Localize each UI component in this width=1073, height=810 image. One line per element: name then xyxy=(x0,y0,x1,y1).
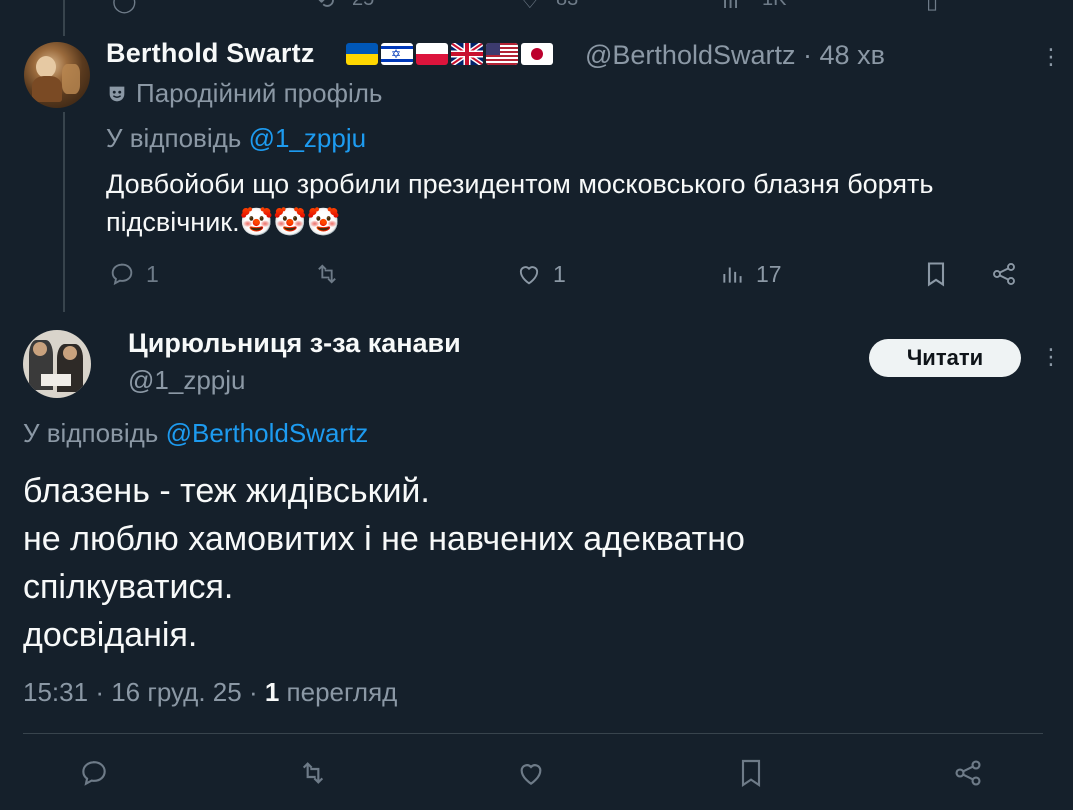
avatar[interactable] xyxy=(24,42,90,108)
bookmark-icon[interactable]: ▯ xyxy=(926,0,938,14)
views-button[interactable]: 17 xyxy=(720,260,782,288)
author-handle-and-time: @BertholdSwartz · 48 хв xyxy=(585,40,885,71)
separator: · xyxy=(248,677,258,707)
author-name[interactable]: Berthold Swartz xyxy=(106,38,315,69)
timestamp[interactable]: 48 хв xyxy=(820,40,885,70)
heart-icon xyxy=(519,266,539,285)
retweet-button[interactable] xyxy=(313,260,341,288)
reply-prefix: У відповідь xyxy=(106,123,242,153)
parody-label: Пародійний профіль xyxy=(106,78,382,109)
views-count: 17 xyxy=(756,260,782,287)
replying-to: У відповідь @BertholdSwartz xyxy=(23,418,368,449)
thread-line-top xyxy=(63,0,65,36)
bookmark-icon xyxy=(927,262,945,287)
divider xyxy=(23,733,1043,734)
views-count: 1 xyxy=(264,677,280,707)
like-icon[interactable]: ♡ xyxy=(520,0,540,14)
japan-flag-icon xyxy=(521,43,553,65)
tweet-time[interactable]: 15:31 xyxy=(23,677,88,707)
reply-button[interactable] xyxy=(78,757,110,789)
parody-text: Пародійний профіль xyxy=(136,78,383,108)
flag-emojis: ✡ xyxy=(346,43,553,65)
author-name[interactable]: Цирюльниця з-за канави xyxy=(128,328,461,359)
separator: · xyxy=(803,40,813,70)
views-icon[interactable]: ılı xyxy=(722,0,739,14)
usa-flag-icon xyxy=(486,43,518,65)
like-count: 1 xyxy=(553,260,566,287)
previous-tweet-actions: ◯ ⟲ 25 ♡ 83 ılı 1K ▯ xyxy=(0,0,1073,14)
reply-prefix: У відповідь xyxy=(23,418,159,448)
separator: · xyxy=(95,677,104,707)
tweet-line: спілкуватися. xyxy=(23,568,234,606)
avatar[interactable] xyxy=(23,330,91,398)
tweet-line: досвіданія. xyxy=(23,616,198,654)
reply-icon[interactable]: ◯ xyxy=(112,0,137,14)
retweet-icon xyxy=(318,264,336,284)
share-button[interactable] xyxy=(952,757,984,789)
reply-button[interactable]: 1 xyxy=(108,260,159,288)
retweet-icon[interactable]: ⟲ xyxy=(316,0,334,14)
tweet-line: блазень - теж жидівський. xyxy=(23,472,430,510)
share-icon xyxy=(955,760,981,786)
tweet-metadata: 15:31 · 16 груд. 25 · 1 перегляд xyxy=(23,677,397,708)
thread-line-bottom xyxy=(63,112,65,312)
author-handle[interactable]: @BertholdSwartz xyxy=(585,40,796,70)
views-icon xyxy=(723,267,742,283)
reply-icon xyxy=(111,263,133,286)
heart-icon xyxy=(520,764,542,785)
like-button[interactable]: 1 xyxy=(515,260,566,288)
follow-button[interactable]: Читати xyxy=(869,339,1021,377)
israel-flag-icon: ✡ xyxy=(381,43,413,65)
ukraine-flag-icon xyxy=(346,43,378,65)
tweet-text: блазень - теж жидівський. не люблю хамов… xyxy=(23,467,1043,659)
reply-to-handle[interactable]: @BertholdSwartz xyxy=(166,418,369,448)
like-count: 83 xyxy=(556,0,578,11)
retweet-button[interactable] xyxy=(297,757,329,789)
author-handle[interactable]: @1_zppju xyxy=(128,365,245,396)
replying-to: У відповідь @1_zppju xyxy=(106,123,366,154)
more-options-icon[interactable]: ⋮ xyxy=(1040,346,1062,368)
views-count: 1K xyxy=(762,0,786,11)
share-icon xyxy=(993,263,1015,285)
bookmark-icon xyxy=(741,759,761,787)
uk-flag-icon xyxy=(451,43,483,65)
share-button[interactable] xyxy=(990,260,1018,288)
tweet-line: не люблю хамовитих і не навчених адекват… xyxy=(23,520,745,558)
views-label: перегляд xyxy=(286,677,398,707)
theater-mask-icon xyxy=(109,86,125,101)
bookmark-button[interactable] xyxy=(922,260,950,288)
retweet-icon xyxy=(302,762,324,784)
more-options-icon[interactable]: ⋮ xyxy=(1040,46,1062,68)
reply-count: 1 xyxy=(146,260,159,287)
bookmark-button[interactable] xyxy=(735,757,767,789)
poland-flag-icon xyxy=(416,43,448,65)
reply-icon xyxy=(82,761,106,786)
reply-to-handle[interactable]: @1_zppju xyxy=(249,123,366,153)
tweet-date[interactable]: 16 груд. 25 xyxy=(111,677,241,707)
like-button[interactable] xyxy=(515,757,547,789)
retweet-count: 25 xyxy=(352,0,374,11)
tweet-text: Довбойоби що зробили президентом московс… xyxy=(106,169,934,237)
